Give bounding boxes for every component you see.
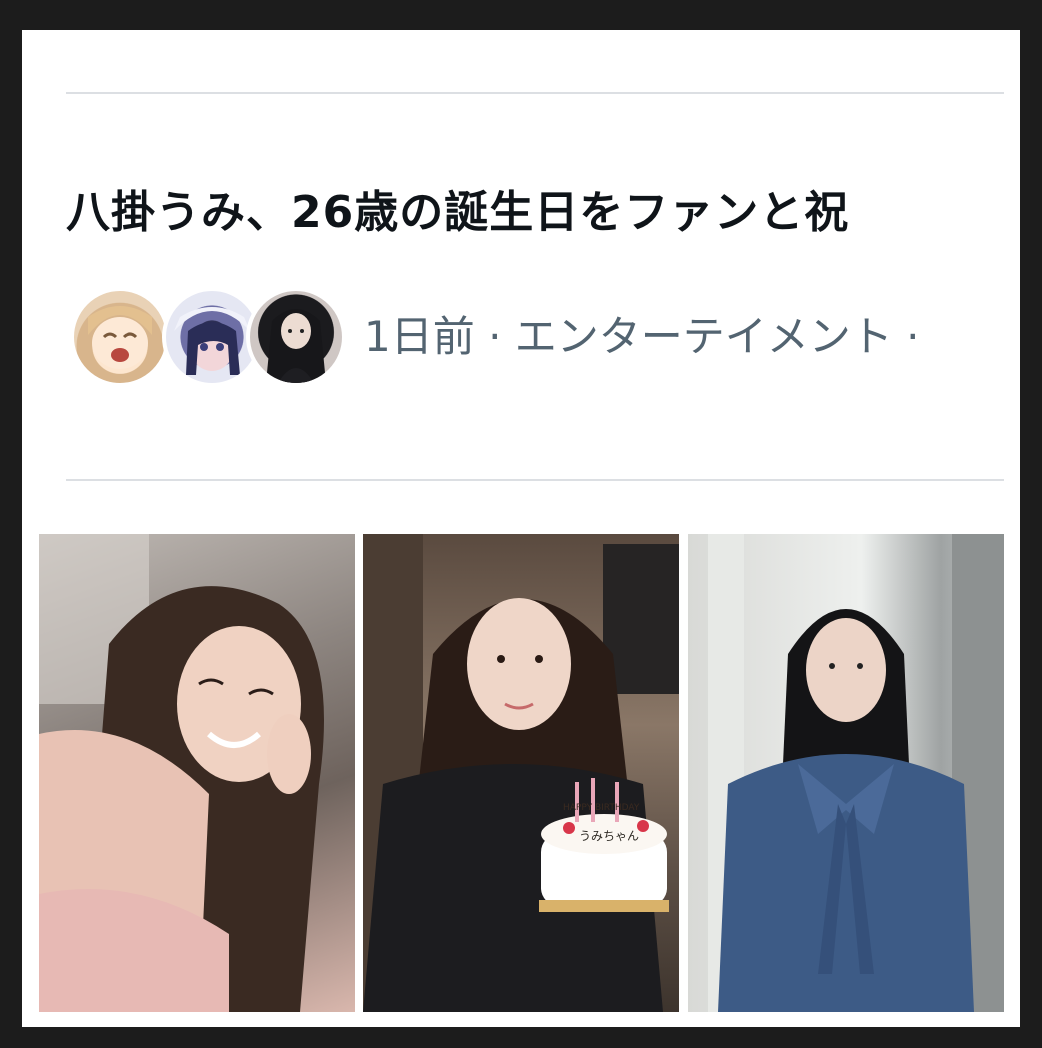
avatar-anime-girl[interactable]	[70, 287, 170, 387]
post-meta: 1日前 · エンターテイメント ·	[364, 312, 920, 361]
photo-woman-with-cake[interactable]: HAPPY BIRTHDAY うみちゃん	[363, 534, 679, 1012]
cake-banner-text: HAPPY BIRTHDAY	[563, 803, 640, 813]
photo-grid: HAPPY BIRTHDAY うみちゃん	[39, 534, 1004, 1012]
photo-woman-blue-dress[interactable]	[688, 534, 1004, 1012]
avatar-woman-photo[interactable]	[246, 287, 346, 387]
bottom-divider	[66, 479, 1004, 481]
top-divider	[66, 92, 1004, 94]
article-card[interactable]: 八掛うみ、26歳の誕生日をファンと祝 1日前 · エンターテイメント · HAP…	[22, 30, 1020, 1027]
meta-row: 1日前 · エンターテイメント ·	[70, 285, 1004, 395]
photo-smiling-woman[interactable]	[39, 534, 355, 1012]
headline[interactable]: 八掛うみ、26歳の誕生日をファンと祝	[66, 182, 1004, 244]
cake-plate-text: うみちゃん	[579, 829, 639, 843]
